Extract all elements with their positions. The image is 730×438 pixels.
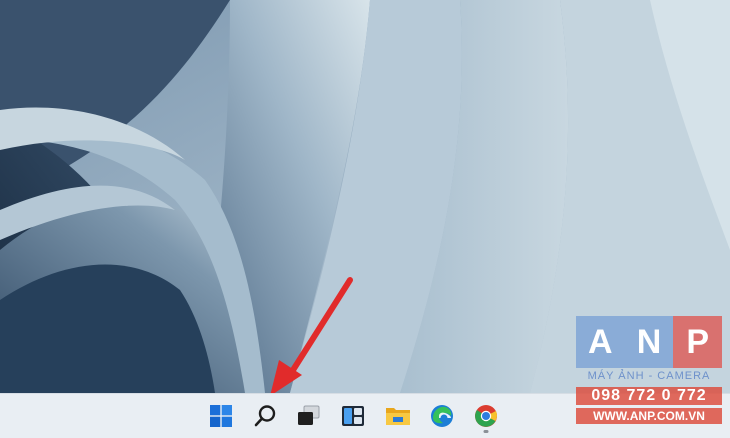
watermark-letter-p: P (673, 316, 723, 368)
search-icon (254, 405, 276, 427)
widgets-button[interactable] (335, 398, 371, 434)
chrome-button[interactable] (468, 398, 504, 434)
watermark-subtitle: MÁY ẢNH - CAMERA (587, 370, 711, 382)
chrome-icon (475, 405, 498, 427)
watermark-letter-n: N (624, 316, 674, 368)
search-button[interactable] (247, 398, 283, 434)
start-button[interactable] (203, 398, 239, 434)
file-explorer-button[interactable] (380, 398, 416, 434)
edge-icon (431, 405, 453, 427)
folder-icon (386, 408, 410, 425)
watermark-logo: A N P (576, 316, 723, 368)
watermark-website: WWW.ANP.COM.VN (576, 408, 722, 424)
windows-logo-icon (210, 405, 232, 427)
watermark-phone: 098 772 0 772 (576, 387, 722, 405)
edge-button[interactable] (424, 398, 460, 434)
watermark-letter-a: A (576, 316, 625, 368)
running-indicator (483, 430, 489, 433)
anp-watermark: A N P MÁY ẢNH - CAMERA 098 772 0 772 WWW… (576, 316, 723, 434)
task-view-button[interactable] (291, 398, 327, 434)
widgets-icon (342, 406, 364, 426)
task-view-icon (298, 405, 320, 425)
